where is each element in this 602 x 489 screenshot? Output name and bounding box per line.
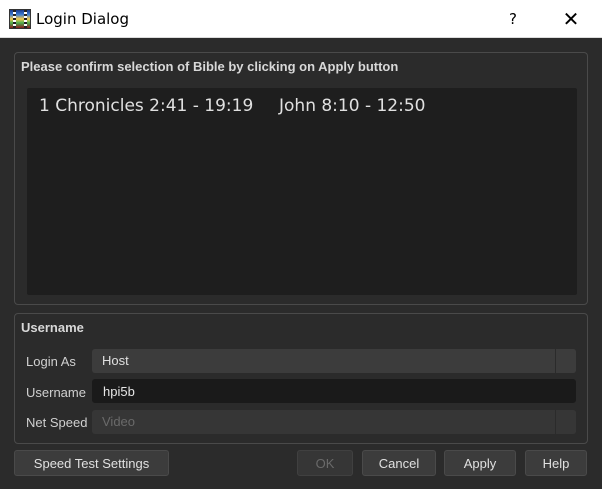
bible-selection-group: Please confirm selection of Bible by cli… xyxy=(14,52,588,305)
bible-group-title: Please confirm selection of Bible by cli… xyxy=(21,59,399,74)
title-bar: Login Dialog ? ✕ xyxy=(0,0,602,38)
login-as-value: Host xyxy=(102,353,129,368)
net-speed-label: Net Speed xyxy=(26,415,88,430)
dropdown-arrow-icon xyxy=(555,410,576,434)
username-group-title: Username xyxy=(21,320,84,335)
close-icon[interactable]: ✕ xyxy=(548,0,594,38)
help-icon[interactable]: ? xyxy=(490,0,536,38)
bible-list-item[interactable]: 1 Chronicles 2:41 - 19:19 xyxy=(39,96,253,116)
ok-button[interactable]: OK xyxy=(297,450,353,476)
dropdown-arrow-icon[interactable] xyxy=(555,349,576,373)
help-button[interactable]: Help xyxy=(525,450,587,476)
app-icon xyxy=(9,9,31,29)
username-group: Username Login As Host Username hpi5b Ne… xyxy=(14,313,588,444)
dialog-body: Please confirm selection of Bible by cli… xyxy=(0,38,602,489)
bible-list-item[interactable]: John 8:10 - 12:50 xyxy=(279,96,425,116)
apply-button[interactable]: Apply xyxy=(444,450,516,476)
username-label: Username xyxy=(26,385,86,400)
net-speed-select: Video xyxy=(92,410,576,434)
speed-test-settings-button[interactable]: Speed Test Settings xyxy=(14,450,169,476)
login-as-select[interactable]: Host xyxy=(92,349,576,373)
bible-list[interactable]: 1 Chronicles 2:41 - 19:19 John 8:10 - 12… xyxy=(27,88,577,295)
login-as-label: Login As xyxy=(26,354,76,369)
cancel-button[interactable]: Cancel xyxy=(362,450,436,476)
window-title: Login Dialog xyxy=(36,10,130,28)
username-field[interactable]: hpi5b xyxy=(92,379,576,403)
net-speed-value: Video xyxy=(102,414,136,429)
